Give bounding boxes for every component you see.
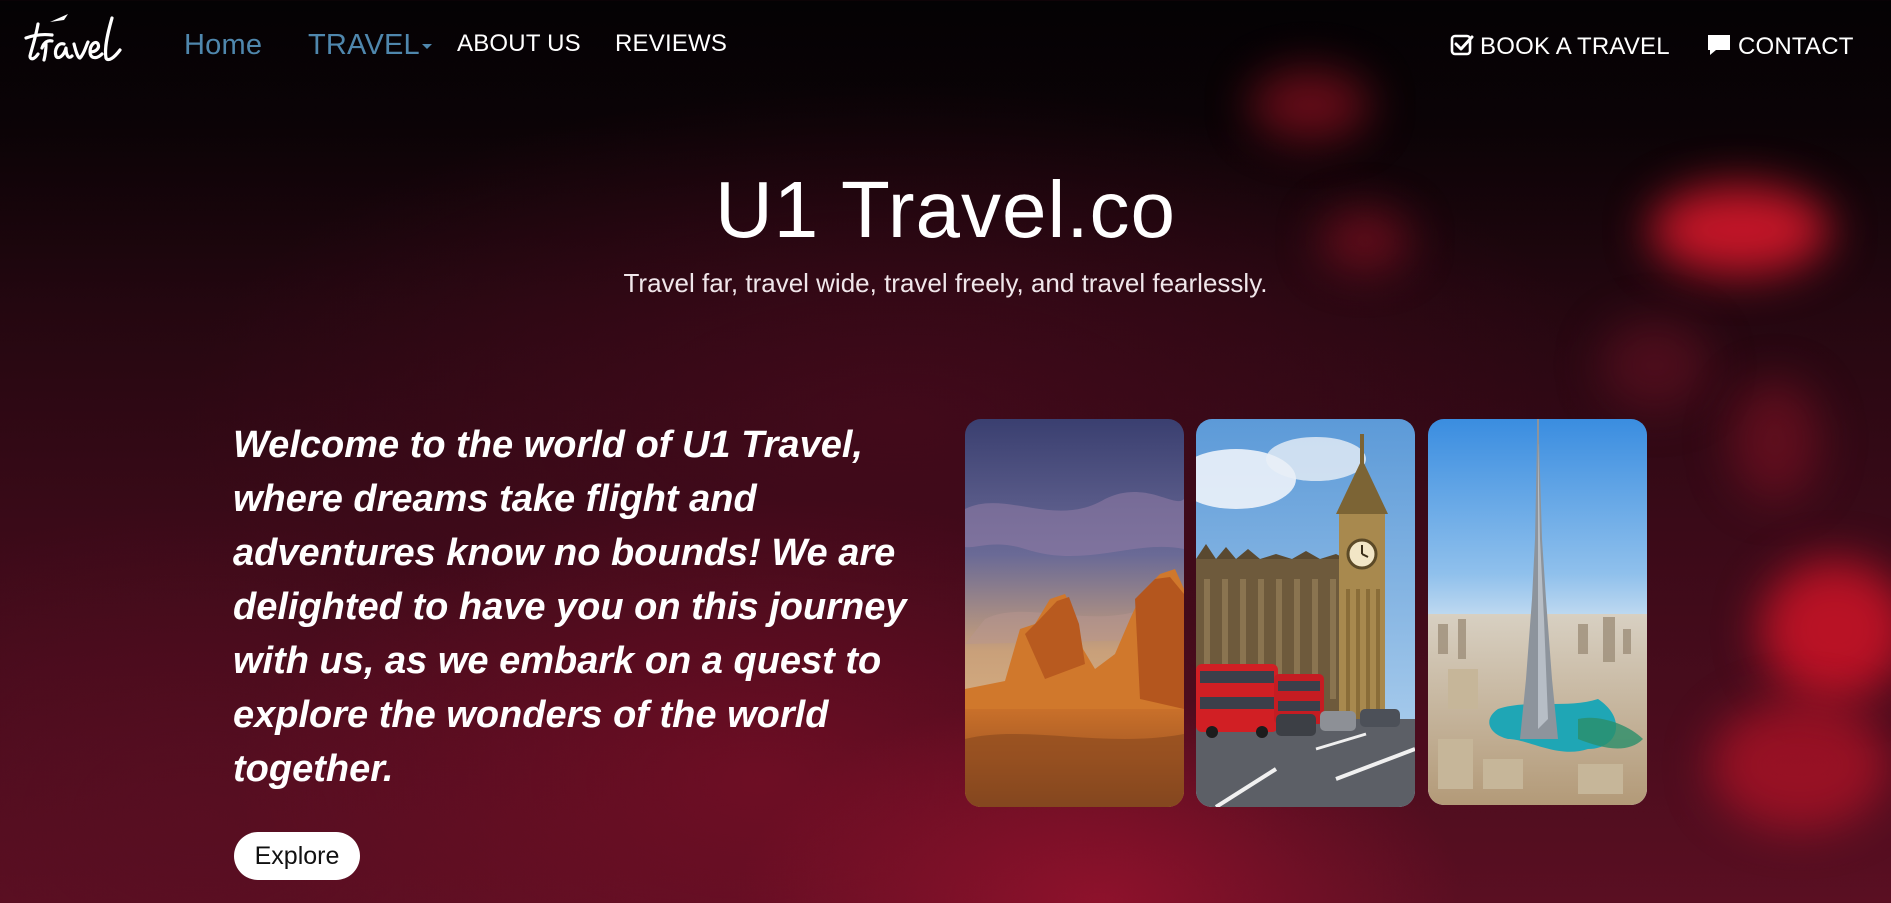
chat-bubble-icon — [1706, 33, 1732, 64]
nav-home-link[interactable]: Home — [184, 29, 262, 62]
nav-travel-label: TRAVEL — [308, 29, 420, 61]
gallery-image-burj-khalifa — [1428, 419, 1647, 805]
hero-tagline: Travel far, travel wide, travel freely, … — [623, 268, 1268, 298]
background-flower-blob — [1600, 320, 1710, 410]
contact-link[interactable]: CONTACT — [1706, 33, 1854, 64]
gallery-image-desert — [965, 419, 1184, 807]
explore-button[interactable]: Explore — [234, 832, 360, 880]
book-travel-label: BOOK A TRAVEL — [1480, 33, 1670, 60]
background-flower-blob — [1760, 560, 1891, 700]
gallery-image-big-ben — [1196, 419, 1415, 807]
nav-about-link[interactable]: ABOUT US — [457, 30, 581, 58]
book-travel-link[interactable]: BOOK A TRAVEL — [1450, 33, 1670, 64]
caret-down-icon — [421, 43, 432, 49]
travel-logo-icon — [24, 14, 122, 62]
background-flower-blob — [1730, 380, 1820, 500]
page-title: U1 Travel.co — [714, 165, 1177, 254]
nav-travel-dropdown[interactable]: TRAVEL — [308, 29, 432, 62]
welcome-text: Welcome to the world of U1 Travel, where… — [233, 424, 907, 790]
contact-label: CONTACT — [1738, 33, 1854, 60]
top-navbar: Home TRAVEL ABOUT US REVIEWS BOOK A TRAV… — [0, 0, 1891, 90]
nav-reviews-link[interactable]: REVIEWS — [615, 30, 727, 58]
background-flower-blob — [1710, 700, 1890, 830]
check-square-icon — [1450, 33, 1474, 64]
travel-logo[interactable] — [20, 8, 140, 70]
